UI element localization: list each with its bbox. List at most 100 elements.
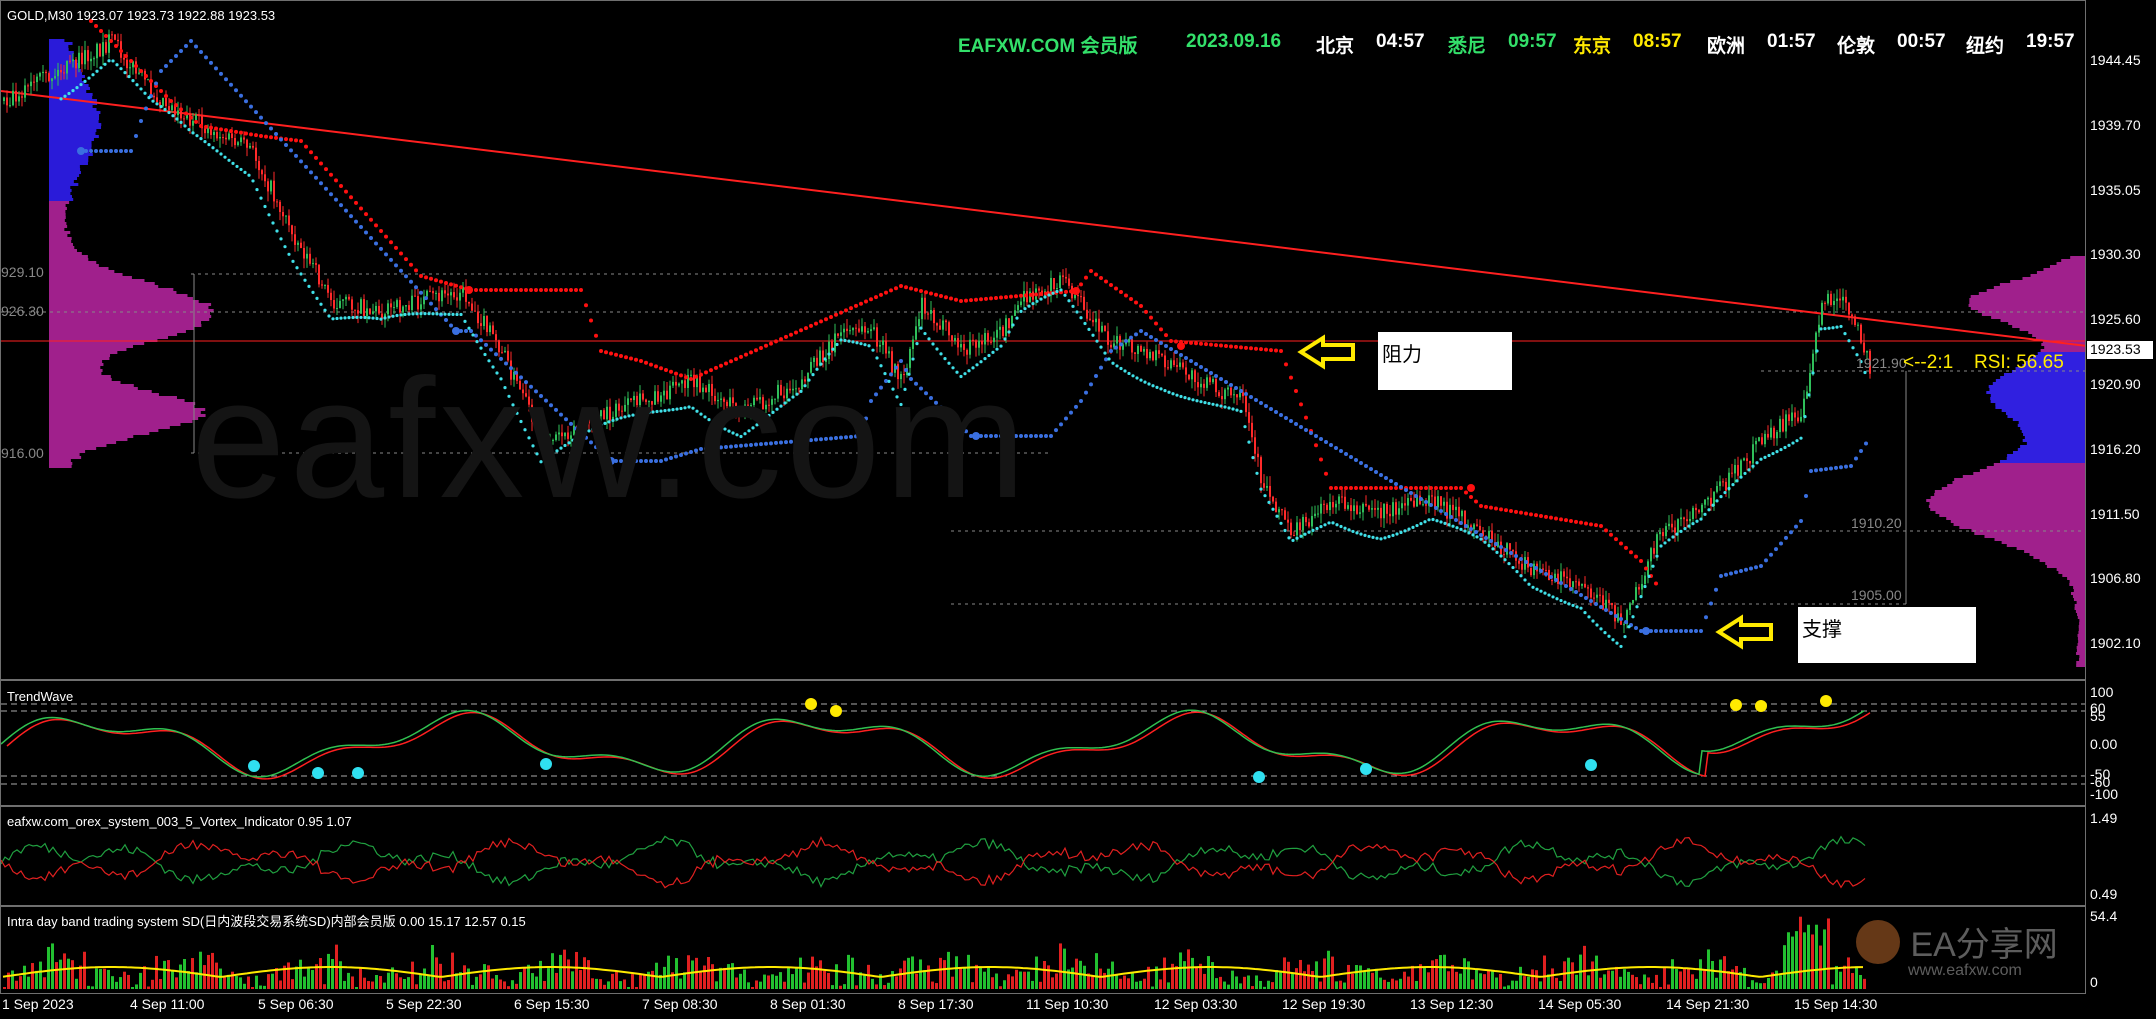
profile-bar [49,252,82,255]
candle-body [918,319,920,327]
trail-dot [295,266,299,270]
band-bar [1335,981,1338,989]
resistance-dot [1414,486,1418,490]
candle-body [1518,560,1520,564]
trail-dot [1199,400,1203,404]
support-dot [1764,558,1768,563]
candle-body [3,97,5,101]
band-bar [1735,965,1738,989]
profile-bar [2001,541,2085,544]
profile-bar [49,279,145,282]
candle-body [927,313,929,315]
trail-dot [1231,407,1235,411]
vortex-pane[interactable]: eafxw.com_orex_system_003_5_Vortex_Indic… [0,806,2086,906]
band-bar [3,987,6,989]
band-bar [1699,959,1702,989]
candle-body [21,96,23,98]
band-pane[interactable]: Intra day band trading system SD(日内波段交易系… [0,906,2086,994]
resistance-dot [174,103,178,108]
resistance-dot [379,229,383,233]
resistance-dot [284,137,288,142]
resistance-dot [164,94,168,98]
profile-bar [49,48,69,51]
candle-body [1857,324,1859,326]
trail-dot [223,155,227,159]
band-axis-high: 54.4 [2090,908,2118,924]
band-bar [1755,982,1758,989]
city-name-4: 伦敦 [1837,36,1876,57]
support-dot [1229,383,1233,387]
band-bar [883,985,886,989]
profile-bar [1950,520,2085,523]
candle-body [1413,500,1415,507]
resistance-dot [519,288,523,292]
candle-body [1368,505,1370,510]
band-bar [427,975,430,989]
resistance-dot [1014,294,1018,299]
trail-dot [1111,361,1115,365]
support-dot [1359,461,1363,465]
candle-body [177,110,179,116]
candle-body [1143,349,1145,352]
profile-bar [49,372,102,375]
band-bar [783,981,786,989]
candle-body [330,292,332,301]
support-dot [1509,551,1513,555]
profile-bar [49,429,159,432]
resistance-dot [939,294,943,298]
trail-dot [1307,530,1311,534]
city-time-2: 08:57 [1633,31,1682,52]
band-bar [1135,981,1138,989]
candles [3,29,1871,634]
trail-dot [199,137,203,141]
profile-bar [1969,298,2085,301]
band-bar [599,979,602,989]
profile-bar [49,447,97,450]
resistance-dot [1254,346,1258,351]
band-bar [719,967,722,989]
trail-dot [1023,307,1027,311]
city-name-3: 欧洲 [1707,36,1746,57]
resistance-dot [444,281,448,285]
resistance-dot [799,328,803,333]
profile-bar [49,195,72,198]
candle-body [294,234,296,245]
trail-dot [1207,401,1211,406]
profile-bar [49,198,74,201]
band-bar [1275,969,1278,989]
support-dot [419,290,423,295]
band-bar [1063,948,1066,989]
candle-body [1488,530,1490,539]
trail-dot [1419,522,1423,526]
trail-dot [1035,299,1039,303]
profile-bar [2006,457,2085,460]
profile-bar [2077,637,2085,640]
candle-body [1116,336,1118,344]
profile-bar [1970,295,2085,298]
main-chart-pane[interactable]: eafxw.com GOLD,M30 1923.07 1923.73 1922.… [0,0,2086,680]
trail-dot [463,319,467,323]
band-bar [179,964,182,989]
resistance-dot [474,288,478,292]
trendwave-pane[interactable]: TrendWave [0,680,2086,806]
band-bar [631,974,634,989]
candle-body [1176,365,1178,367]
band-bar [959,968,962,989]
candle-body [1596,594,1598,598]
trail-dot [291,259,295,263]
support-dot [219,71,223,76]
trail-dot [1559,598,1563,603]
profile-bar [49,183,79,186]
candle-body [1842,296,1844,301]
profile-bar [49,288,174,291]
band-bar [947,951,950,989]
candle-body [870,329,872,332]
resistance-dot [1524,511,1528,516]
candle-body [1296,522,1298,536]
trail-dot [1067,299,1071,303]
profile-bar [49,186,71,189]
band-bar [1591,961,1594,989]
band-bar [1795,931,1798,989]
trail-dot [1619,644,1623,649]
profile-bar [2000,376,2085,379]
